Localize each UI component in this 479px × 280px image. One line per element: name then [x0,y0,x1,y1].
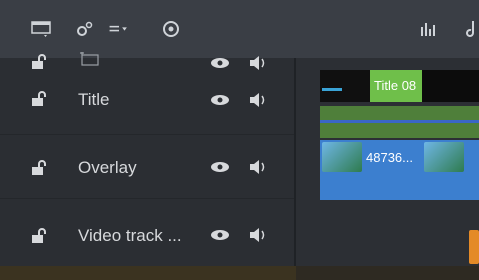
disc-icon[interactable] [160,18,182,40]
track-type-icon [78,51,102,73]
track-row-video: Video track ... [0,200,296,266]
track-label: Title [78,90,110,109]
bottom-strip-right [296,266,479,280]
clip-thumbnail [424,142,464,172]
lock-icon[interactable] [30,54,48,72]
eye-icon[interactable] [209,228,231,242]
window-layout-icon[interactable] [30,18,52,40]
eye-icon[interactable] [209,56,231,70]
clip-thumbnail [320,70,370,102]
title-clip-track-band[interactable] [320,106,479,138]
title-clip[interactable]: Title 08 [320,70,479,102]
track-label: Overlay [78,158,137,177]
music-icon[interactable] [462,18,479,40]
track-row-top [0,51,296,70]
lock-icon[interactable] [30,160,48,178]
overlay-clip[interactable]: 48736... [320,140,479,200]
eye-icon[interactable] [209,93,231,107]
track-headers: Title Overlay Video track ... [0,51,296,266]
track-label: Video track ... [78,226,182,245]
speaker-icon[interactable] [248,54,268,72]
timeline-marker[interactable] [469,230,479,264]
track-row-title: Title [0,72,296,135]
audio-levels-icon[interactable] [418,18,440,40]
bottom-strip-left [0,266,296,280]
timeline-toolbar [0,0,479,59]
track-row-overlay: Overlay [0,136,296,199]
bottom-strip [0,266,479,280]
speaker-icon[interactable] [248,91,268,109]
speaker-icon[interactable] [248,226,268,244]
title-clip-name: Title 08 [370,70,422,102]
speaker-icon[interactable] [248,158,268,176]
overlay-clip-name: 48736... [366,150,413,165]
track-menu-icon[interactable] [108,18,130,40]
clip-thumbnail [322,142,362,172]
title-clip-line [320,120,479,123]
eye-icon[interactable] [209,160,231,174]
lock-icon[interactable] [30,228,48,246]
lock-icon[interactable] [30,91,48,109]
settings-icon[interactable] [74,18,96,40]
